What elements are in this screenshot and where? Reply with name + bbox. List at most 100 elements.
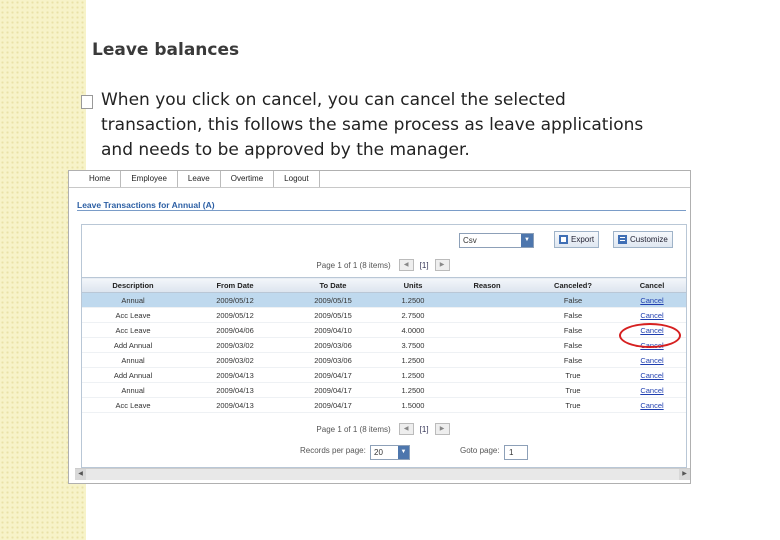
cell-to-date: 2009/04/17: [286, 367, 380, 383]
nav-logout[interactable]: Logout: [274, 171, 320, 187]
cell-canceled: True: [528, 367, 618, 383]
cell-to-date: 2009/05/15: [286, 292, 380, 308]
cell-from-date: 2009/05/12: [184, 307, 286, 323]
table-row[interactable]: Annual 2009/05/12 2009/05/15 1.2500 Fals…: [82, 292, 686, 308]
cell-units: 1.2500: [380, 292, 446, 308]
cell-to-date: 2009/03/06: [286, 352, 380, 368]
cancel-link[interactable]: Cancel: [640, 356, 663, 365]
cell-canceled: True: [528, 397, 618, 413]
cell-from-date: 2009/05/12: [184, 292, 286, 308]
page-heading: Leave Transactions for Annual (A): [77, 200, 215, 210]
col-from-date[interactable]: From Date: [184, 277, 286, 293]
cell-description: Acc Leave: [82, 322, 184, 338]
cell-canceled: False: [528, 337, 618, 353]
export-button[interactable]: Export: [554, 231, 600, 248]
cell-units: 3.7500: [380, 337, 446, 353]
cell-from-date: 2009/03/02: [184, 337, 286, 353]
cell-reason: [446, 322, 528, 338]
cell-units: 1.2500: [380, 382, 446, 398]
pager-next-icon[interactable]: ▶: [434, 259, 450, 271]
cell-units: 1.5000: [380, 397, 446, 413]
cell-from-date: 2009/04/13: [184, 367, 286, 383]
cell-description: Annual: [82, 382, 184, 398]
pager-current[interactable]: [1]: [420, 261, 429, 270]
cell-to-date: 2009/04/17: [286, 382, 380, 398]
cell-to-date: 2009/05/15: [286, 307, 380, 323]
cell-reason: [446, 382, 528, 398]
cell-reason: [446, 352, 528, 368]
scroll-left-icon[interactable]: ◀: [75, 469, 86, 480]
cell-canceled: False: [528, 307, 618, 323]
col-reason[interactable]: Reason: [446, 277, 528, 293]
col-description[interactable]: Description: [82, 277, 184, 293]
cell-canceled: False: [528, 322, 618, 338]
customize-icon: [618, 235, 627, 244]
cancel-link[interactable]: Cancel: [640, 311, 663, 320]
pager-next-icon[interactable]: ▶: [434, 423, 450, 435]
records-per-page-select[interactable]: 20 ▼: [370, 445, 410, 460]
goto-page-label: Goto page:: [460, 446, 500, 455]
cancel-link[interactable]: Cancel: [640, 386, 663, 395]
cell-reason: [446, 337, 528, 353]
slide-bullet-text: When you click on cancel, you can cancel…: [101, 90, 644, 160]
goto-page-value: 1: [509, 448, 514, 457]
cell-units: 1.2500: [380, 352, 446, 368]
table-header-row: Description From Date To Date Units Reas…: [82, 277, 686, 293]
heading-divider: [77, 210, 686, 211]
col-to-date[interactable]: To Date: [286, 277, 380, 293]
goto-page-input[interactable]: 1: [504, 445, 528, 460]
col-units[interactable]: Units: [380, 277, 446, 293]
export-format-select[interactable]: Csv ▼: [459, 233, 534, 248]
table-row[interactable]: Acc Leave 2009/05/12 2009/05/15 2.7500 F…: [82, 307, 686, 323]
transactions-grid: Csv ▼ Export Customize Page 1 of 1 (8 it…: [81, 224, 687, 468]
scroll-right-icon[interactable]: ▶: [679, 469, 690, 480]
table-row[interactable]: Annual 2009/04/13 2009/04/17 1.2500 True…: [82, 382, 686, 398]
pager-prev-icon[interactable]: ◀: [398, 423, 414, 435]
cell-units: 4.0000: [380, 322, 446, 338]
pager-bottom: Page 1 of 1 (8 items) ◀ [1] ▶: [82, 422, 686, 436]
nav-leave[interactable]: Leave: [178, 171, 221, 187]
cell-canceled: True: [528, 382, 618, 398]
export-label: Export: [571, 235, 595, 244]
nav-employee[interactable]: Employee: [121, 171, 178, 187]
dropdown-arrow-icon[interactable]: ▼: [521, 234, 533, 247]
cell-description: Annual: [82, 352, 184, 368]
pager-text: Page 1 of 1 (8 items): [316, 260, 391, 270]
cell-canceled: False: [528, 292, 618, 308]
records-per-page-label: Records per page:: [300, 446, 366, 455]
horizontal-scrollbar[interactable]: ◀ ▶: [75, 468, 690, 480]
cell-canceled: False: [528, 352, 618, 368]
customize-button[interactable]: Customize: [613, 231, 673, 248]
nav-home[interactable]: Home: [79, 171, 122, 187]
pager-current[interactable]: [1]: [420, 425, 429, 434]
slide-title: Leave balances: [92, 40, 240, 60]
cell-units: 1.2500: [380, 367, 446, 383]
cell-description: Acc Leave: [82, 307, 184, 323]
export-format-value: Csv: [463, 236, 477, 245]
nav-divider: [69, 187, 690, 188]
bullet-box-icon: [81, 95, 93, 109]
cell-to-date: 2009/03/06: [286, 337, 380, 353]
table-row[interactable]: Add Annual 2009/03/02 2009/03/06 3.7500 …: [82, 337, 686, 353]
table-row[interactable]: Acc Leave 2009/04/13 2009/04/17 1.5000 T…: [82, 397, 686, 413]
export-icon: [559, 235, 568, 244]
table-row[interactable]: Acc Leave 2009/04/06 2009/04/10 4.0000 F…: [82, 322, 686, 338]
dropdown-arrow-icon[interactable]: ▼: [398, 446, 409, 459]
col-cancel[interactable]: Cancel: [618, 277, 686, 293]
app-screenshot: Home Employee Leave Overtime Logout Leav…: [68, 170, 691, 484]
cancel-link[interactable]: Cancel: [640, 296, 663, 305]
nav-overtime[interactable]: Overtime: [221, 171, 275, 187]
table-row[interactable]: Add Annual 2009/04/13 2009/04/17 1.2500 …: [82, 367, 686, 383]
cell-description: Acc Leave: [82, 397, 184, 413]
col-canceled[interactable]: Canceled?: [528, 277, 618, 293]
cell-reason: [446, 397, 528, 413]
cancel-link[interactable]: Cancel: [640, 401, 663, 410]
table-row[interactable]: Annual 2009/03/02 2009/03/06 1.2500 Fals…: [82, 352, 686, 368]
cell-to-date: 2009/04/10: [286, 322, 380, 338]
cell-from-date: 2009/04/13: [184, 382, 286, 398]
cell-from-date: 2009/03/02: [184, 352, 286, 368]
cell-units: 2.7500: [380, 307, 446, 323]
cancel-link[interactable]: Cancel: [640, 371, 663, 380]
pager-prev-icon[interactable]: ◀: [398, 259, 414, 271]
records-per-page-value: 20: [374, 448, 383, 457]
